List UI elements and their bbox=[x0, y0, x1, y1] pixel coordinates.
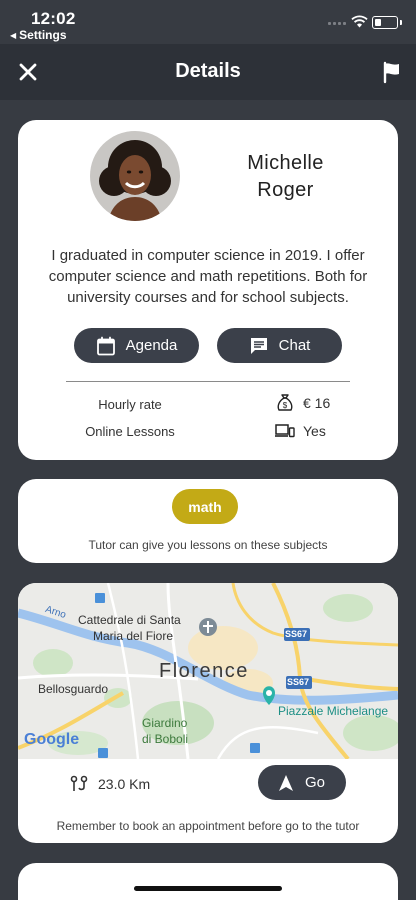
battery-icon bbox=[372, 16, 402, 29]
avatar bbox=[90, 131, 180, 221]
tutor-profile-card: Michelle Roger I graduated in computer s… bbox=[18, 120, 398, 460]
tutor-first-name: Michelle bbox=[247, 152, 324, 174]
location-card: Arno SS67 SS67 Cattedrale di Santa Maria… bbox=[18, 583, 398, 843]
subject-chip-math[interactable]: math bbox=[172, 489, 238, 524]
online-lessons-label: Online Lessons bbox=[85, 424, 175, 439]
calendar-icon bbox=[96, 336, 115, 355]
map-label-bellosguardo: Bellosguardo bbox=[38, 682, 109, 696]
navigation-arrow-icon bbox=[278, 774, 293, 791]
devices-icon bbox=[275, 424, 295, 438]
online-lessons: Yes bbox=[275, 422, 326, 440]
map-label-road-1: SS67 bbox=[285, 629, 308, 639]
subjects-card: math Tutor can give you lessons on these… bbox=[18, 479, 398, 563]
agenda-button-label: Agenda bbox=[125, 337, 178, 354]
map-label-road-2: SS67 bbox=[287, 677, 310, 687]
map-label-cathedral-2: Maria del Fiore bbox=[93, 629, 174, 643]
back-to-settings-label: Settings bbox=[19, 28, 67, 42]
appointment-note: Remember to book an appointment before g… bbox=[56, 819, 360, 833]
map-label-giardino-2: di Boboli bbox=[142, 732, 189, 746]
tutor-name: Michelle Roger bbox=[218, 150, 353, 204]
tutor-bio: I graduated in computer science in 2019.… bbox=[48, 247, 368, 306]
map-label-giardino-1: Giardino bbox=[142, 716, 188, 730]
back-to-settings[interactable]: ◀ Settings bbox=[10, 28, 67, 42]
money-bag-icon: $ bbox=[277, 394, 293, 411]
hourly-rate: $ € 16 bbox=[275, 393, 330, 413]
chat-button[interactable]: Chat bbox=[217, 328, 342, 363]
agenda-button[interactable]: Agenda bbox=[74, 328, 199, 363]
svg-text:$: $ bbox=[283, 401, 288, 410]
distance: 23.0 Km bbox=[70, 775, 150, 793]
location-map[interactable]: Arno SS67 SS67 Cattedrale di Santa Maria… bbox=[18, 583, 398, 759]
subjects-note: Tutor can give you lessons on these subj… bbox=[88, 538, 328, 552]
go-button-label: Go bbox=[304, 774, 325, 791]
header-bar: Details bbox=[0, 44, 416, 100]
flag-icon[interactable] bbox=[380, 60, 404, 84]
status-time: 12:02 bbox=[31, 9, 76, 28]
tutor-last-name: Roger bbox=[257, 179, 314, 201]
status-bar: 12:02 ◀ Settings bbox=[0, 0, 416, 44]
wifi-icon bbox=[351, 15, 368, 28]
chat-icon bbox=[250, 337, 267, 354]
back-arrow-icon: ◀ bbox=[10, 30, 17, 40]
signal-icon bbox=[328, 22, 346, 25]
hourly-rate-value: € 16 bbox=[303, 395, 331, 411]
map-label-city: Florence bbox=[159, 660, 249, 682]
online-lessons-value: Yes bbox=[303, 423, 326, 439]
route-icon bbox=[70, 775, 88, 791]
page-title: Details bbox=[175, 60, 241, 82]
go-button[interactable]: Go bbox=[258, 765, 346, 800]
divider bbox=[66, 381, 350, 382]
home-indicator[interactable] bbox=[134, 886, 282, 891]
google-logo: Google bbox=[24, 731, 80, 748]
map-label-piazzale: Piazzale Michelange bbox=[278, 704, 389, 718]
map-label-cathedral-1: Cattedrale di Santa bbox=[78, 613, 181, 627]
next-card bbox=[18, 863, 398, 900]
chat-button-label: Chat bbox=[278, 337, 311, 354]
distance-value: 23.0 Km bbox=[98, 776, 151, 792]
hourly-rate-label: Hourly rate bbox=[98, 397, 162, 412]
